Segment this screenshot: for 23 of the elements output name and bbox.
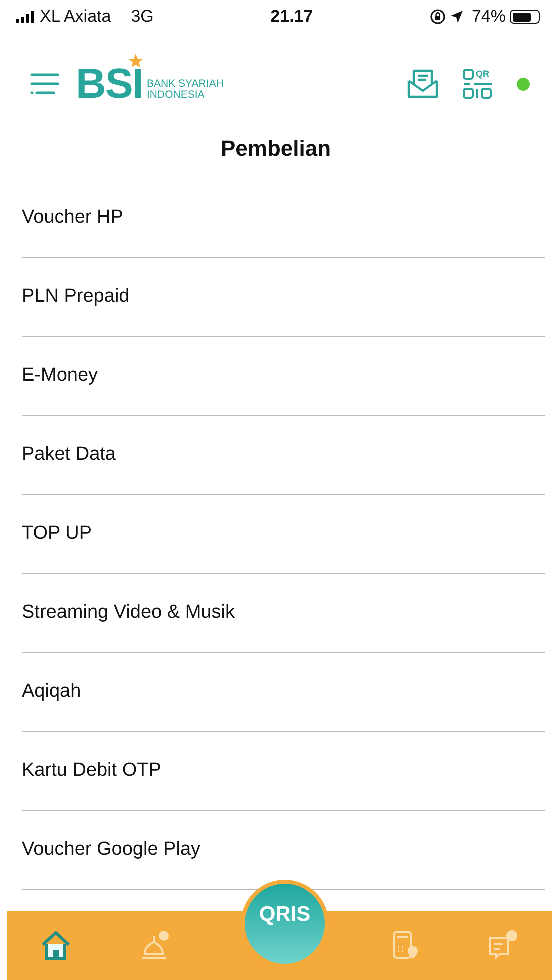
menu-item[interactable]: E-Money <box>0 337 552 415</box>
page-title: Pembelian <box>220 135 332 163</box>
menu-item[interactable]: Paket Data <box>0 416 552 494</box>
menu-item[interactable]: Aqiqah <box>0 653 552 731</box>
location-icon <box>450 10 464 24</box>
network-type: 3G <box>131 6 154 28</box>
battery-percent: 74% <box>472 6 506 28</box>
logo-text: BSI <box>76 63 144 105</box>
rotation-lock-icon <box>430 9 446 25</box>
signal-icon <box>16 11 36 23</box>
logo-subtitle: INDONESIA <box>147 90 206 101</box>
menu-icon[interactable] <box>30 72 60 96</box>
logo-subtitle: BANK SYARIAH <box>147 78 224 90</box>
status-time: 21.17 <box>270 7 314 26</box>
carrier-name: XL Axiata <box>40 6 112 28</box>
menu-item[interactable]: Streaming Video & Musik <box>0 574 552 652</box>
menu-item[interactable]: TOP UP <box>0 495 552 573</box>
menu-item[interactable]: PLN Prepaid <box>0 258 552 336</box>
menu-item[interactable]: Kartu Debit OTP <box>0 732 552 810</box>
mail-icon[interactable] <box>407 69 439 99</box>
battery-icon <box>510 10 540 24</box>
star-icon <box>129 54 143 68</box>
menu-item[interactable]: Voucher HP <box>0 179 552 257</box>
